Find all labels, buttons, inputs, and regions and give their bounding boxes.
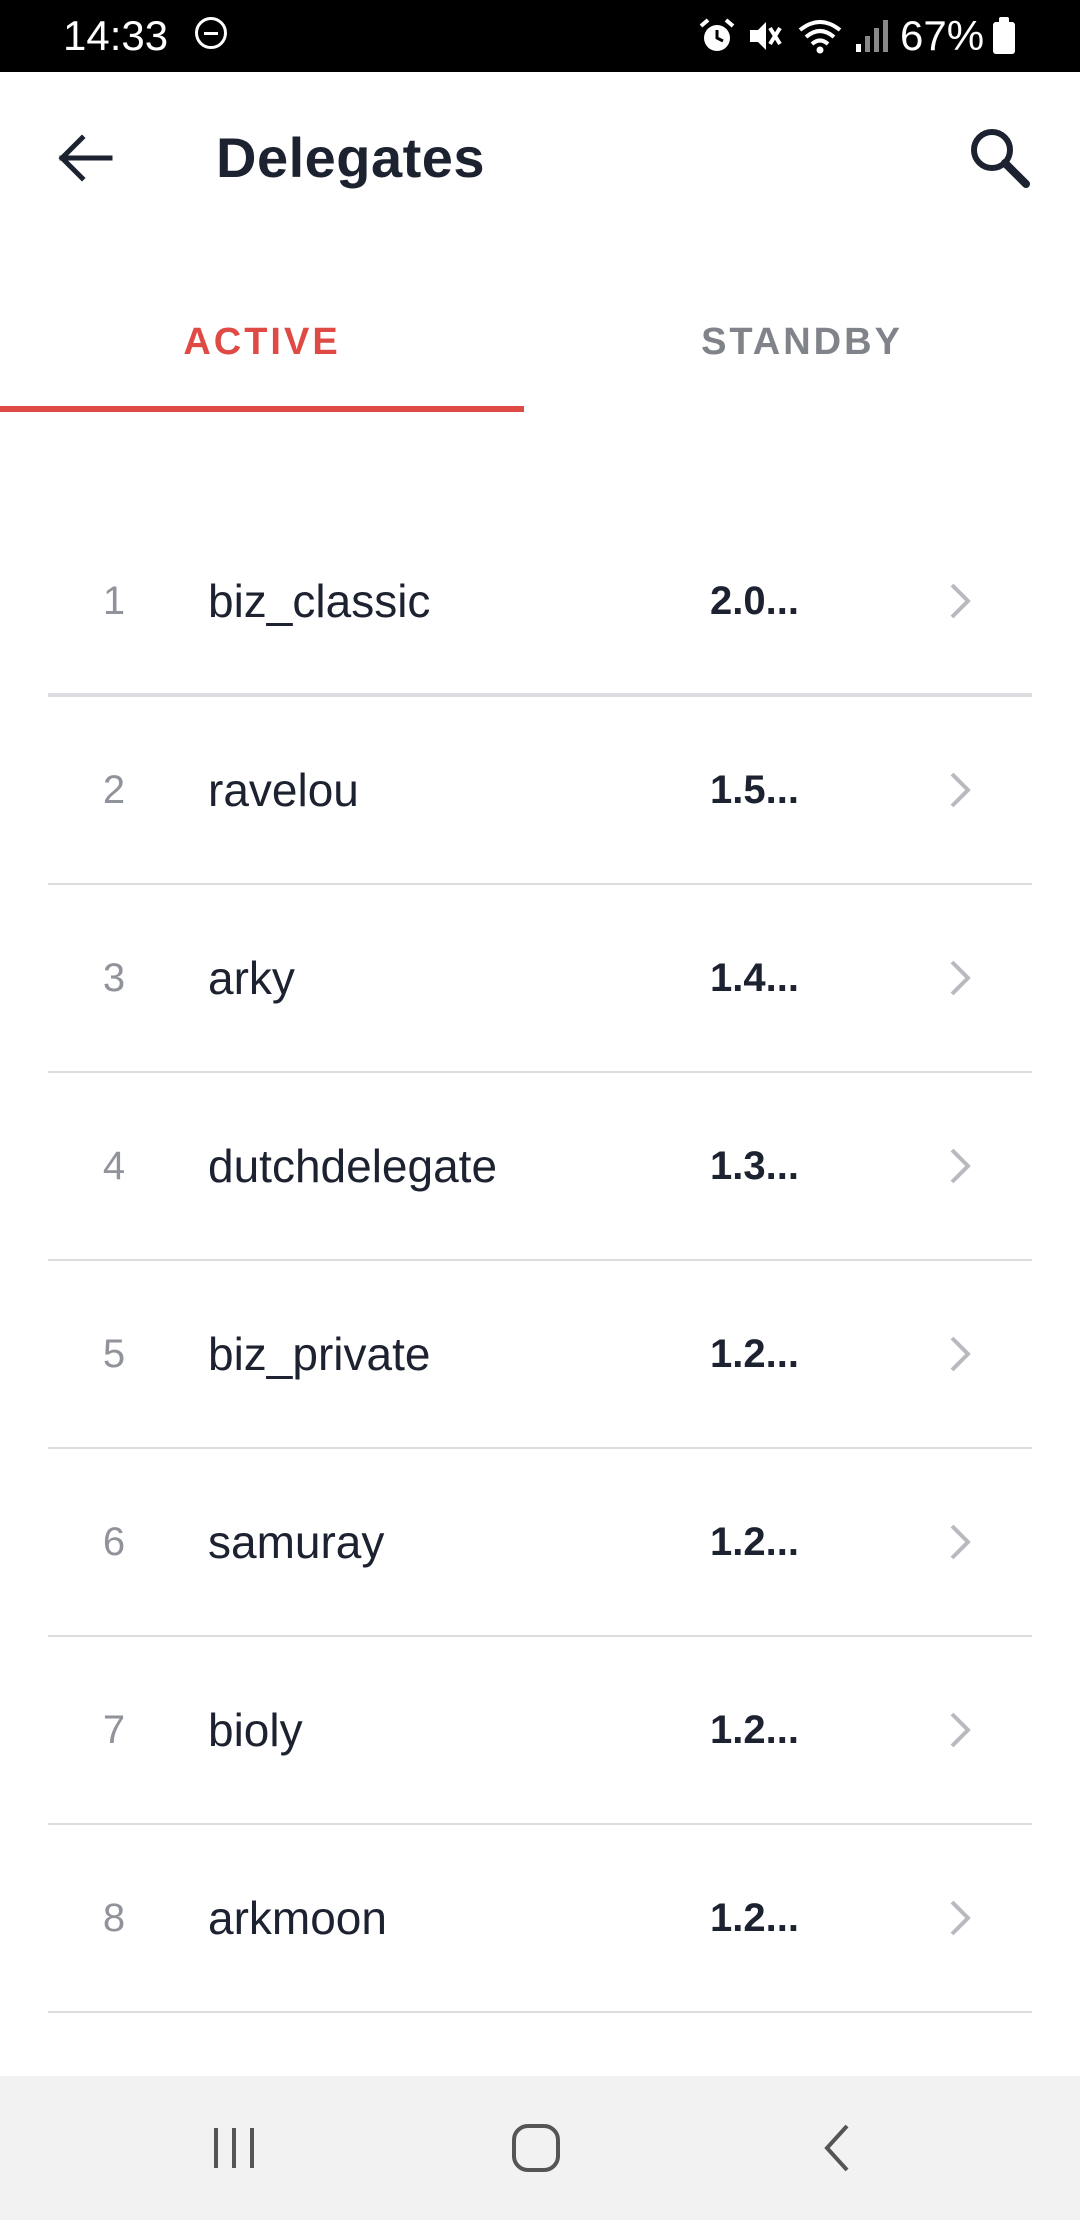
home-icon	[512, 2124, 560, 2172]
chevron-right-icon	[950, 1900, 971, 1936]
screen: 14:33 67% Delegates ACTIVE STANDBY 1 biz…	[0, 0, 1080, 2220]
delegate-row[interactable]: 2 ravelou 1.5...	[48, 697, 1032, 885]
delegate-rank: 8	[102, 1895, 126, 1940]
status-bar: 14:33 67%	[0, 0, 1080, 72]
delegate-rank: 2	[102, 767, 126, 812]
delegate-row[interactable]: 8 arkmoon 1.2...	[48, 1825, 1032, 2013]
recents-icon	[214, 2128, 254, 2168]
delegate-row[interactable]: 4 dutchdelegate 1.3...	[48, 1073, 1032, 1261]
delegate-rank: 4	[102, 1143, 126, 1188]
delegate-votes: 1.5...	[710, 767, 799, 812]
page-title: Delegates	[216, 126, 486, 189]
delegate-name: ravelou	[208, 764, 359, 816]
delegate-name: bioly	[208, 1704, 303, 1756]
tab-active[interactable]: ACTIVE	[0, 270, 524, 415]
delegate-row[interactable]: 3 arky 1.4...	[48, 885, 1032, 1073]
delegate-name: samuray	[208, 1516, 385, 1568]
battery-icon	[993, 17, 1015, 54]
delegate-votes: 1.2...	[710, 1895, 799, 1940]
chevron-right-icon	[950, 1336, 971, 1372]
alarm-icon	[699, 18, 735, 51]
chevron-right-icon	[950, 772, 971, 808]
back-icon	[824, 2124, 849, 2172]
delegate-rank: 7	[102, 1707, 126, 1752]
back-button[interactable]	[48, 122, 120, 194]
nav-back-button[interactable]	[803, 2112, 875, 2184]
delegate-votes: 1.4...	[710, 955, 799, 1000]
do-not-disturb-icon	[195, 17, 227, 49]
status-time: 14:33	[63, 12, 169, 59]
system-nav-bar	[0, 2076, 1080, 2220]
delegate-rank: 5	[102, 1331, 126, 1376]
tab-bar: ACTIVE STANDBY	[0, 270, 1080, 415]
mute-icon	[750, 22, 782, 50]
delegate-rank: 6	[102, 1519, 126, 1564]
search-icon	[971, 129, 1030, 188]
delegate-name: biz_classic	[208, 575, 431, 627]
recents-button[interactable]	[198, 2112, 270, 2184]
app-bar: Delegates	[0, 72, 1080, 242]
delegate-votes: 1.2...	[710, 1707, 799, 1752]
home-button[interactable]	[500, 2112, 572, 2184]
arrow-back-icon	[58, 134, 113, 182]
wifi-icon	[798, 20, 842, 54]
delegate-name: dutchdelegate	[208, 1140, 498, 1192]
delegate-row[interactable]: 5 biz_private 1.2...	[48, 1261, 1032, 1449]
delegate-row[interactable]: 1 biz_classic 2.0...	[48, 509, 1032, 697]
chevron-right-icon	[950, 1524, 971, 1560]
delegate-name: biz_private	[208, 1328, 431, 1380]
delegate-name: arky	[208, 952, 295, 1004]
delegate-votes: 1.2...	[710, 1519, 799, 1564]
chevron-right-icon	[950, 1712, 971, 1748]
delegate-votes: 1.2...	[710, 1331, 799, 1376]
battery-percentage: 67%	[900, 12, 985, 59]
delegate-rank: 3	[102, 955, 126, 1000]
tab-standby[interactable]: STANDBY	[540, 270, 1064, 415]
delegate-name: arkmoon	[208, 1892, 387, 1944]
delegate-votes: 2.0...	[710, 578, 799, 623]
delegate-row[interactable]: 7 bioly 1.2...	[48, 1637, 1032, 1825]
chevron-right-icon	[950, 583, 971, 619]
tab-indicator	[0, 406, 524, 412]
chevron-right-icon	[950, 960, 971, 996]
search-button[interactable]	[962, 120, 1038, 196]
delegate-list: 1 biz_classic 2.0... 2 ravelou 1.5... 3 …	[48, 509, 1032, 2013]
delegate-votes: 1.3...	[710, 1143, 799, 1188]
chevron-right-icon	[950, 1148, 971, 1184]
delegate-rank: 1	[102, 578, 126, 623]
delegate-row[interactable]: 6 samuray 1.2...	[48, 1449, 1032, 1637]
signal-icon	[856, 20, 888, 52]
